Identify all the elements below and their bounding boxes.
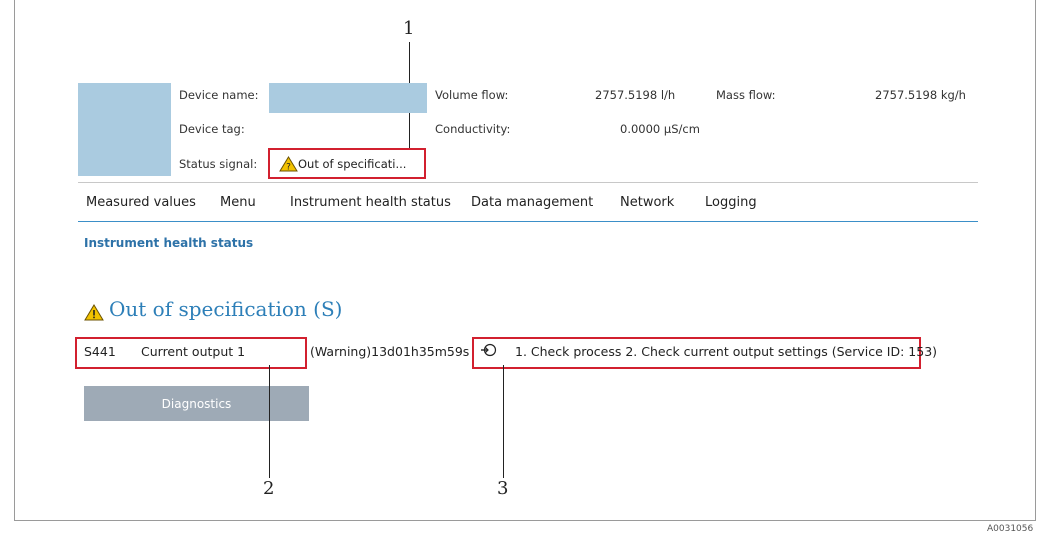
status-code: S441 (84, 344, 116, 359)
callout-number-2: 2 (263, 478, 275, 499)
status-signal-value[interactable]: Out of specificati... (298, 157, 406, 171)
service-plug-icon (481, 343, 497, 357)
header-separator (78, 182, 978, 183)
svg-text:?: ? (286, 163, 291, 173)
nav-instrument-health-status[interactable]: Instrument health status (290, 195, 451, 210)
figure-id: A0031056 (987, 524, 1034, 534)
status-remedy: 1. Check process 2. Check current output… (515, 344, 938, 359)
nav-menu[interactable]: Menu (220, 195, 256, 210)
conductivity-label: Conductivity: (435, 122, 511, 136)
warning-icon (84, 304, 104, 321)
device-image (78, 83, 171, 176)
device-name-value (269, 83, 427, 113)
callout-leader-2 (269, 365, 270, 478)
status-title: Out of specification (S) (109, 297, 343, 321)
status-channel: Current output 1 (141, 344, 246, 359)
volume-flow-label: Volume flow: (435, 88, 509, 102)
nav-logging[interactable]: Logging (705, 195, 757, 210)
diagnostics-button[interactable]: Diagnostics (84, 386, 309, 421)
status-signal-label: Status signal: (179, 157, 258, 171)
breadcrumb: Instrument health status (84, 236, 254, 250)
figure-frame (14, 0, 1036, 521)
nav-network[interactable]: Network (620, 195, 674, 210)
status-warning-time: (Warning)13d01h35m59s (310, 344, 470, 359)
mass-flow-value: 2757.5198 kg/h (875, 88, 966, 102)
volume-flow-value: 2757.5198 l/h (595, 88, 676, 102)
callout-leader-3 (503, 365, 504, 478)
callout-number-3: 3 (497, 478, 509, 499)
nav-data-management[interactable]: Data management (471, 195, 593, 210)
mass-flow-label: Mass flow: (716, 88, 776, 102)
conductivity-value: 0.0000 µS/cm (620, 122, 700, 136)
nav-underline (78, 221, 978, 222)
warning-triangle-icon: ? (279, 156, 298, 172)
callout-number-1: 1 (403, 18, 415, 39)
nav-measured-values[interactable]: Measured values (86, 195, 196, 210)
device-name-label: Device name: (179, 88, 259, 102)
device-tag-label: Device tag: (179, 122, 245, 136)
